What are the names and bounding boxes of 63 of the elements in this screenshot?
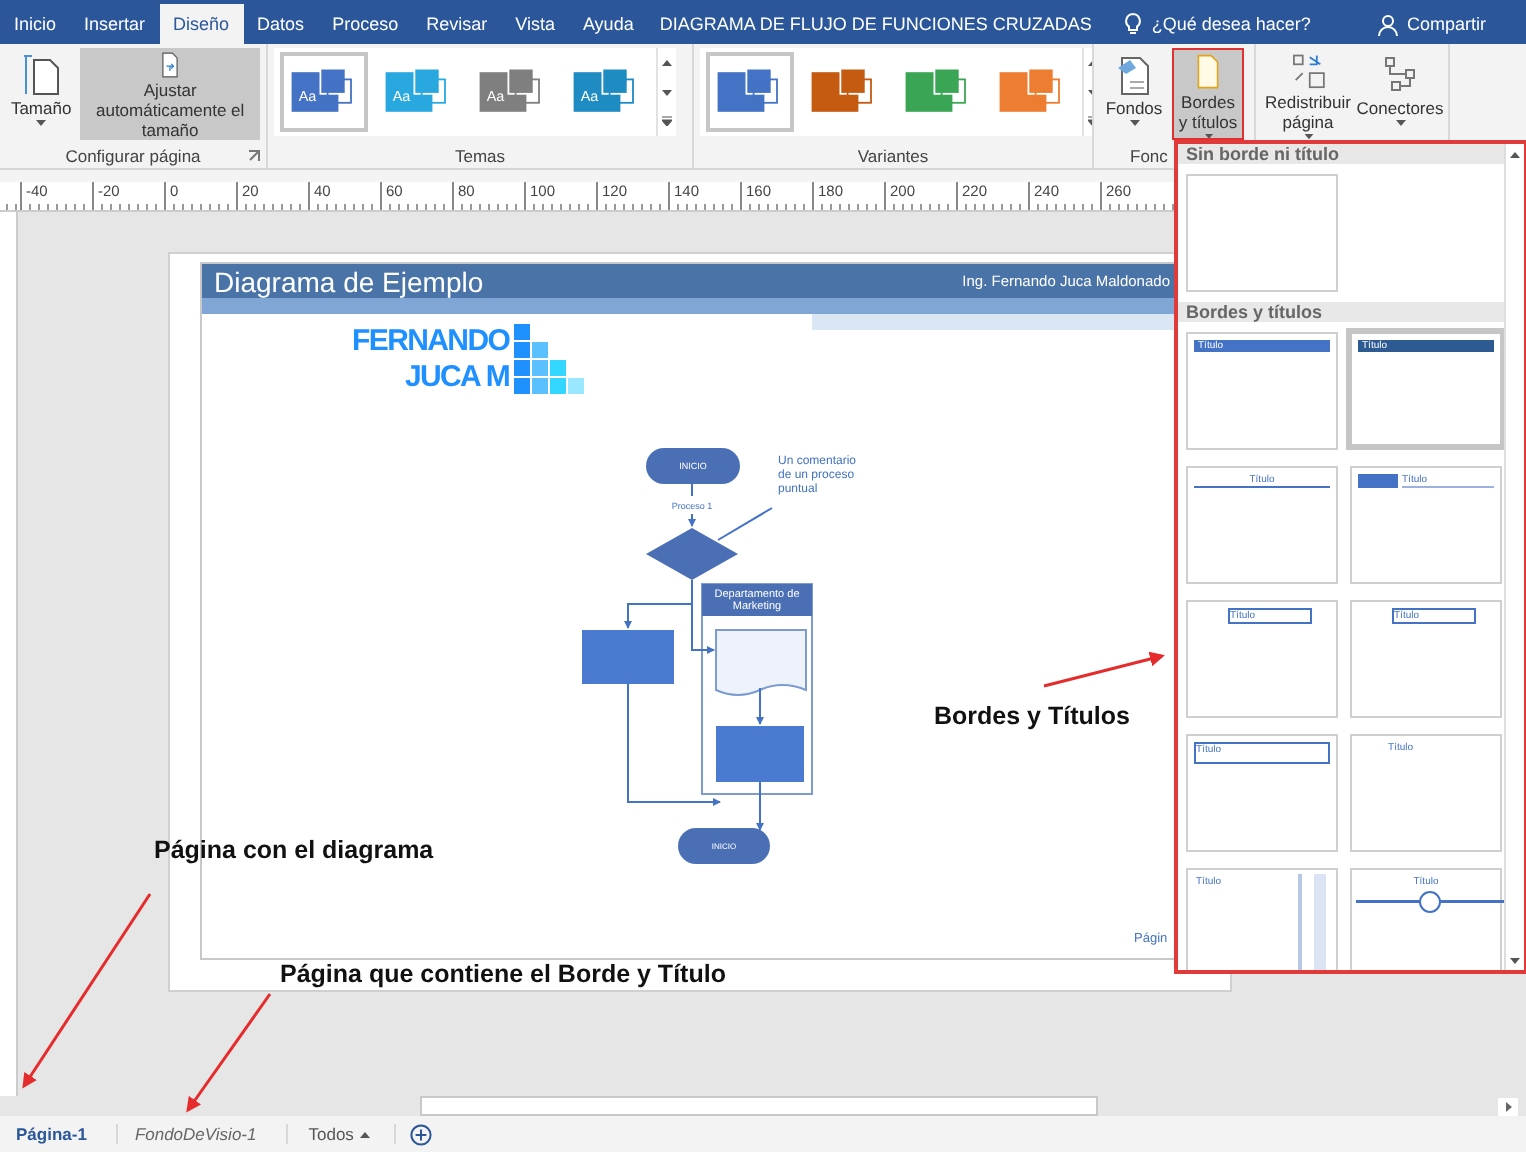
ribbon-tab[interactable]: Insertar (70, 4, 160, 44)
circle-band-icon (1356, 890, 1504, 914)
arrow (186, 993, 272, 1113)
gallery-section-title: Bordes y títulos (1178, 302, 1504, 322)
person-icon (1378, 13, 1399, 35)
leader-line (717, 507, 773, 541)
ribbon-tab[interactable]: Revisar (412, 4, 502, 44)
theme-thumbnail[interactable]: Aa (280, 52, 368, 132)
right-caret-icon (1505, 1101, 1511, 1111)
connector-icon (1380, 52, 1420, 96)
annotation-text: Bordes y Títulos (934, 702, 1130, 730)
page-paint-icon (1114, 52, 1154, 96)
group-label: Fonc (1130, 146, 1168, 166)
ribbon-tab[interactable]: Datos (243, 4, 319, 44)
borders-titles-button[interactable]: Bordes y títulos (1172, 48, 1244, 140)
up-caret-icon (1510, 151, 1520, 157)
theme-thumbnail[interactable]: Aa (562, 52, 650, 132)
backgrounds-button[interactable]: Fondos (1100, 48, 1168, 140)
add-page-icon[interactable] (409, 1123, 432, 1145)
connector (756, 687, 764, 725)
down-caret-icon (1510, 957, 1520, 963)
group-label: Configurar página (65, 146, 201, 166)
ribbon-tab[interactable]: Vista (501, 4, 569, 44)
page-size-icon (21, 52, 62, 96)
variant-thumbnail[interactable] (706, 52, 794, 132)
auto-size-button[interactable]: Ajustar automáticamente el tamaño (80, 48, 260, 140)
process-box (582, 630, 674, 684)
ribbon-tab[interactable]: Proceso (318, 4, 413, 44)
all-pages-button[interactable]: Todos (288, 1124, 396, 1144)
ribbon-tab[interactable]: Ayuda (568, 4, 648, 44)
connectors-button[interactable]: Conectores (1358, 48, 1442, 140)
annotation-text: Página con el diagrama (154, 836, 434, 864)
page-tab[interactable]: FondoDeVisio-1 (118, 1124, 289, 1144)
connector (627, 683, 721, 806)
scrollbar-thumb[interactable] (420, 1096, 1098, 1116)
share-button[interactable]: Compartir (1378, 4, 1486, 44)
group-label: Variantes (857, 146, 929, 166)
arrow (1043, 651, 1165, 688)
lightbulb-icon (1123, 12, 1142, 36)
size-button[interactable]: Tamaño (6, 48, 77, 140)
gallery-section-title: Sin borde ni título (1178, 144, 1504, 164)
search-field[interactable]: ¿Qué desea hacer? (1151, 14, 1311, 34)
dialog-launcher-icon[interactable] (248, 150, 260, 162)
document-title: DIAGRAMA DE FLUJO DE FUNCIONES CRUZADAS (659, 12, 1092, 38)
process-box (716, 726, 804, 782)
logo-text: JUCA M (404, 360, 510, 396)
re-layout-button[interactable]: Redistribuir página (1262, 48, 1354, 140)
theme-thumbnail[interactable]: Aa (468, 52, 556, 132)
connector (756, 781, 764, 831)
scroll-right-button[interactable] (1498, 1097, 1518, 1115)
ribbon-tab[interactable]: Inicio (0, 4, 71, 44)
border-style-thumbnail[interactable] (1186, 174, 1338, 292)
logo-squares-icon (513, 324, 586, 400)
ribbon-tab[interactable]: Diseño (159, 4, 244, 44)
document-shape (715, 629, 807, 696)
logo-text: FERNANDO (352, 324, 510, 360)
tab-block-icon (1358, 474, 1398, 488)
decision-diamond (646, 528, 738, 580)
group-label: Temas (454, 146, 506, 166)
page-tab[interactable]: Página-1 (0, 1124, 119, 1144)
sidebar-lines-icon (1298, 874, 1330, 970)
annotation-text: Página que contiene el Borde y Título (280, 960, 726, 988)
page-title: Diagrama de Ejemplo (214, 265, 484, 297)
